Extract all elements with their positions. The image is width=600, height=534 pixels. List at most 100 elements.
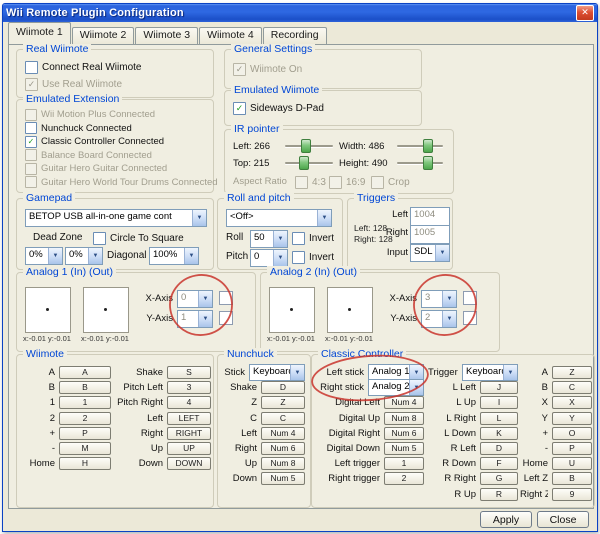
input-select[interactable]: SDL ▼	[410, 244, 450, 262]
mapping-button[interactable]: F	[480, 457, 518, 470]
titlebar-close-button[interactable]: ✕	[576, 5, 594, 21]
ir-top-slider[interactable]	[285, 155, 333, 170]
mapping-button[interactable]: X	[552, 396, 592, 409]
ir-height-slider[interactable]	[397, 155, 443, 170]
dead-zone-y-select[interactable]: 0% ▼	[65, 247, 103, 265]
gamepad-device-select[interactable]: BETOP USB all-in-one game cont ▼	[25, 209, 207, 227]
slider-track[interactable]	[397, 162, 443, 164]
mapping-select[interactable]: Keyboard▼	[462, 364, 518, 381]
mapping-button[interactable]: Z	[552, 366, 592, 379]
title-bar[interactable]: Wii Remote Plugin Configuration ✕	[3, 4, 597, 22]
tab-wiimote-3[interactable]: Wiimote 3	[135, 27, 198, 44]
mapping-button[interactable]: 1	[384, 457, 424, 470]
pitch-range-select[interactable]: 0 ▼	[250, 249, 288, 267]
mapping-select[interactable]: Keyboard▼	[249, 364, 305, 381]
roll-pitch-mode-select[interactable]: <Off> ▼	[226, 209, 332, 227]
slider-thumb[interactable]	[299, 156, 309, 170]
mapping-button[interactable]: Num 5	[384, 442, 424, 455]
trigger-right-field[interactable]: 1005	[410, 225, 450, 244]
close-button[interactable]: Close	[537, 511, 589, 528]
y-axis-select[interactable]: 1 ▼	[177, 310, 213, 328]
pitch-invert-checkbox[interactable]: Invert	[292, 250, 334, 264]
mapping-button[interactable]: Num 8	[384, 412, 424, 425]
diagonal-select[interactable]: 100% ▼	[149, 247, 199, 265]
mapping-button[interactable]: D	[261, 381, 305, 394]
mapping-button[interactable]: 2	[384, 472, 424, 485]
slider-thumb[interactable]	[423, 139, 433, 153]
mapping-button[interactable]: 4	[167, 396, 211, 409]
mapping-button[interactable]: Num 8	[261, 457, 305, 470]
mapping-button[interactable]: C	[552, 381, 592, 394]
mapping-button[interactable]: K	[480, 427, 518, 440]
mapping-button[interactable]: 9	[552, 488, 592, 501]
mapping-button[interactable]: B	[552, 472, 592, 485]
mapping-button[interactable]: Num 6	[261, 442, 305, 455]
checkbox-box[interactable]	[93, 232, 106, 245]
mapping-button[interactable]: 1	[59, 396, 111, 409]
x-axis-select[interactable]: 3 ▼	[421, 290, 457, 308]
ir-width-slider[interactable]	[397, 138, 443, 153]
mapping-button[interactable]: I	[480, 396, 518, 409]
y-axis-invert-checkbox[interactable]	[219, 311, 233, 325]
checkbox-box[interactable]	[25, 61, 38, 74]
trigger-left-field[interactable]: 1004	[410, 207, 450, 226]
slider-thumb[interactable]	[423, 156, 433, 170]
mapping-button[interactable]: G	[480, 472, 518, 485]
mapping-button[interactable]: R	[480, 488, 518, 501]
checkbox-box[interactable]	[292, 232, 305, 245]
tab-recording[interactable]: Recording	[263, 27, 327, 44]
apply-button[interactable]: Apply	[480, 511, 532, 528]
mapping-button[interactable]: Num 4	[384, 396, 424, 409]
connect-real-wiimote-checkbox[interactable]: Connect Real Wiimote	[25, 60, 141, 74]
mapping-button[interactable]: Z	[261, 396, 305, 409]
x-axis-invert-checkbox[interactable]	[463, 291, 477, 305]
x-axis-invert-checkbox[interactable]	[219, 291, 233, 305]
mapping-button[interactable]: A	[59, 366, 111, 379]
mapping-button[interactable]: Num 6	[384, 427, 424, 440]
mapping-button[interactable]: LEFT	[167, 412, 211, 425]
mapping-button[interactable]: UP	[167, 442, 211, 455]
x-axis-select[interactable]: 0 ▼	[177, 290, 213, 308]
slider-thumb[interactable]	[301, 139, 311, 153]
slider-track[interactable]	[397, 145, 443, 147]
mapping-button[interactable]: RIGHT	[167, 427, 211, 440]
extension-checkbox-row[interactable]: ✓Classic Controller Connected	[25, 135, 211, 149]
mapping-button[interactable]: 2	[59, 412, 111, 425]
mapping-button[interactable]: DOWN	[167, 457, 211, 470]
mapping-button[interactable]: Num 4	[261, 427, 305, 440]
checkbox-box[interactable]	[292, 251, 305, 264]
tab-wiimote-4[interactable]: Wiimote 4	[199, 27, 262, 44]
mapping-button[interactable]: M	[59, 442, 111, 455]
mapping-button[interactable]: P	[59, 427, 111, 440]
mapping-button[interactable]: Y	[552, 412, 592, 425]
tab-wiimote-2[interactable]: Wiimote 2	[72, 27, 135, 44]
checkbox-box[interactable]	[25, 122, 37, 134]
mapping-button[interactable]: H	[59, 457, 111, 470]
checkbox-box[interactable]: ✓	[233, 102, 246, 115]
mapping-button[interactable]: C	[261, 412, 305, 425]
extension-checkbox-row[interactable]: Nunchuck Connected	[25, 122, 211, 136]
y-axis-invert-checkbox[interactable]	[463, 311, 477, 325]
mapping-button[interactable]: J	[480, 381, 518, 394]
tab-wiimote-1[interactable]: Wiimote 1	[8, 22, 71, 44]
mapping-button[interactable]: 3	[167, 381, 211, 394]
circle-to-square-checkbox[interactable]: Circle To Square	[93, 231, 184, 245]
mapping-button[interactable]: S	[167, 366, 211, 379]
checkbox-box[interactable]: ✓	[25, 136, 37, 148]
mapping-button[interactable]: D	[480, 442, 518, 455]
dead-zone-x-select[interactable]: 0% ▼	[25, 247, 63, 265]
roll-range-select[interactable]: 50 ▼	[250, 230, 288, 248]
mapping-select[interactable]: Analog 2▼	[368, 379, 424, 396]
mapping-button[interactable]: L	[480, 412, 518, 425]
ir-left-slider[interactable]	[285, 138, 333, 153]
mapping-button[interactable]: U	[552, 457, 592, 470]
mapping-button[interactable]: O	[552, 427, 592, 440]
mapping-label: 2	[23, 413, 55, 424]
stick-position-dot	[290, 308, 293, 311]
mapping-button[interactable]: B	[59, 381, 111, 394]
sideways-dpad-checkbox[interactable]: ✓Sideways D-Pad	[233, 101, 324, 115]
roll-invert-checkbox[interactable]: Invert	[292, 231, 334, 245]
mapping-button[interactable]: Num 5	[261, 472, 305, 485]
y-axis-select[interactable]: 2 ▼	[421, 310, 457, 328]
mapping-button[interactable]: P	[552, 442, 592, 455]
